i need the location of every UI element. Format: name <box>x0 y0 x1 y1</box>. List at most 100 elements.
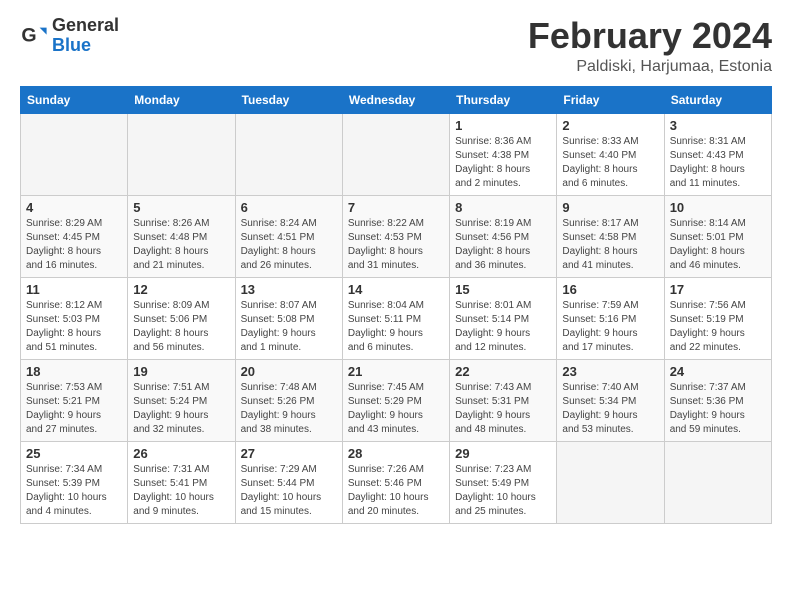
calendar-week-row: 11Sunrise: 8:12 AM Sunset: 5:03 PM Dayli… <box>21 277 772 359</box>
col-header-monday: Monday <box>128 86 235 113</box>
day-number: 9 <box>562 200 658 215</box>
calendar-cell: 28 Sunrise: 7:26 AM Sunset: 5:46 PM Dayli… <box>342 441 449 523</box>
logo-icon: G <box>20 22 48 50</box>
day-info: Sunrise: 7:45 AM Sunset: 5:29 PM Dayligh… <box>348 381 444 437</box>
calendar-cell: 13 Sunrise: 8:07 AM Sunset: 5:08 PM Dayli… <box>235 277 342 359</box>
day-info: Sunrise: 8:07 AM Sunset: 5:08 PM Dayligh… <box>241 299 337 355</box>
calendar-cell: 14 Sunrise: 8:04 AM Sunset: 5:11 PM Dayli… <box>342 277 449 359</box>
calendar-header-row: SundayMondayTuesdayWednesdayThursdayFrid… <box>21 86 772 113</box>
calendar-week-row: 18 Sunrise: 7:53 AM Sunset: 5:21 PM Dayli… <box>21 359 772 441</box>
col-header-wednesday: Wednesday <box>342 86 449 113</box>
day-number: 25 <box>26 446 122 461</box>
day-number: 7 <box>348 200 444 215</box>
day-info: Sunrise: 8:31 AM Sunset: 4:43 PM Dayligh… <box>670 135 766 191</box>
calendar-table: SundayMondayTuesdayWednesdayThursdayFrid… <box>20 86 772 524</box>
calendar-cell: 21Sunrise: 7:45 AM Sunset: 5:29 PM Dayli… <box>342 359 449 441</box>
day-number: 8 <box>455 200 551 215</box>
calendar-cell: 15Sunrise: 8:01 AM Sunset: 5:14 PM Dayli… <box>450 277 557 359</box>
day-number: 18 <box>26 364 122 379</box>
calendar-cell: 25 Sunrise: 7:34 AM Sunset: 5:39 PM Dayli… <box>21 441 128 523</box>
day-number: 28 <box>348 446 444 461</box>
calendar-cell: 12 Sunrise: 8:09 AM Sunset: 5:06 PM Dayli… <box>128 277 235 359</box>
day-number: 12 <box>133 282 229 297</box>
calendar-cell: 5Sunrise: 8:26 AM Sunset: 4:48 PM Daylig… <box>128 195 235 277</box>
day-info: Sunrise: 7:40 AM Sunset: 5:34 PM Dayligh… <box>562 381 658 437</box>
day-number: 15 <box>455 282 551 297</box>
day-number: 20 <box>241 364 337 379</box>
calendar-cell: 11Sunrise: 8:12 AM Sunset: 5:03 PM Dayli… <box>21 277 128 359</box>
calendar-cell: 9 Sunrise: 8:17 AM Sunset: 4:58 PM Daylig… <box>557 195 664 277</box>
day-info: Sunrise: 7:34 AM Sunset: 5:39 PM Dayligh… <box>26 463 122 519</box>
col-header-friday: Friday <box>557 86 664 113</box>
month-title: February 2024 <box>528 16 772 56</box>
calendar-cell: 10 Sunrise: 8:14 AM Sunset: 5:01 PM Dayli… <box>664 195 771 277</box>
calendar-cell: 18 Sunrise: 7:53 AM Sunset: 5:21 PM Dayli… <box>21 359 128 441</box>
day-number: 26 <box>133 446 229 461</box>
calendar-cell: 1 Sunrise: 8:36 AM Sunset: 4:38 PM Daylig… <box>450 113 557 195</box>
day-info: Sunrise: 7:59 AM Sunset: 5:16 PM Dayligh… <box>562 299 658 355</box>
calendar-cell: 24 Sunrise: 7:37 AM Sunset: 5:36 PM Dayli… <box>664 359 771 441</box>
day-info: Sunrise: 7:23 AM Sunset: 5:49 PM Dayligh… <box>455 463 551 519</box>
day-info: Sunrise: 7:26 AM Sunset: 5:46 PM Dayligh… <box>348 463 444 519</box>
day-number: 13 <box>241 282 337 297</box>
day-info: Sunrise: 7:56 AM Sunset: 5:19 PM Dayligh… <box>670 299 766 355</box>
day-number: 24 <box>670 364 766 379</box>
logo: G General Blue <box>20 16 119 56</box>
calendar-cell: 19Sunrise: 7:51 AM Sunset: 5:24 PM Dayli… <box>128 359 235 441</box>
calendar-week-row: 25 Sunrise: 7:34 AM Sunset: 5:39 PM Dayli… <box>21 441 772 523</box>
calendar-week-row: 4 Sunrise: 8:29 AM Sunset: 4:45 PM Daylig… <box>21 195 772 277</box>
day-info: Sunrise: 8:22 AM Sunset: 4:53 PM Dayligh… <box>348 217 444 273</box>
day-number: 27 <box>241 446 337 461</box>
day-info: Sunrise: 8:14 AM Sunset: 5:01 PM Dayligh… <box>670 217 766 273</box>
calendar-week-row: 1 Sunrise: 8:36 AM Sunset: 4:38 PM Daylig… <box>21 113 772 195</box>
calendar-cell: 29 Sunrise: 7:23 AM Sunset: 5:49 PM Dayli… <box>450 441 557 523</box>
day-info: Sunrise: 8:17 AM Sunset: 4:58 PM Dayligh… <box>562 217 658 273</box>
page-header: G General Blue February 2024 Paldiski, H… <box>20 16 772 76</box>
calendar-cell: 3Sunrise: 8:31 AM Sunset: 4:43 PM Daylig… <box>664 113 771 195</box>
day-number: 6 <box>241 200 337 215</box>
day-info: Sunrise: 8:33 AM Sunset: 4:40 PM Dayligh… <box>562 135 658 191</box>
calendar-cell: 2 Sunrise: 8:33 AM Sunset: 4:40 PM Daylig… <box>557 113 664 195</box>
day-number: 22 <box>455 364 551 379</box>
day-info: Sunrise: 8:19 AM Sunset: 4:56 PM Dayligh… <box>455 217 551 273</box>
day-info: Sunrise: 8:26 AM Sunset: 4:48 PM Dayligh… <box>133 217 229 273</box>
day-number: 4 <box>26 200 122 215</box>
day-info: Sunrise: 7:43 AM Sunset: 5:31 PM Dayligh… <box>455 381 551 437</box>
calendar-cell <box>342 113 449 195</box>
day-info: Sunrise: 8:04 AM Sunset: 5:11 PM Dayligh… <box>348 299 444 355</box>
calendar-cell: 8 Sunrise: 8:19 AM Sunset: 4:56 PM Daylig… <box>450 195 557 277</box>
day-number: 29 <box>455 446 551 461</box>
calendar-cell: 6 Sunrise: 8:24 AM Sunset: 4:51 PM Daylig… <box>235 195 342 277</box>
day-info: Sunrise: 7:37 AM Sunset: 5:36 PM Dayligh… <box>670 381 766 437</box>
calendar-cell: 20Sunrise: 7:48 AM Sunset: 5:26 PM Dayli… <box>235 359 342 441</box>
day-info: Sunrise: 7:51 AM Sunset: 5:24 PM Dayligh… <box>133 381 229 437</box>
location-title: Paldiski, Harjumaa, Estonia <box>528 58 772 76</box>
day-number: 16 <box>562 282 658 297</box>
col-header-thursday: Thursday <box>450 86 557 113</box>
calendar-cell: 17Sunrise: 7:56 AM Sunset: 5:19 PM Dayli… <box>664 277 771 359</box>
day-number: 10 <box>670 200 766 215</box>
day-info: Sunrise: 7:29 AM Sunset: 5:44 PM Dayligh… <box>241 463 337 519</box>
day-info: Sunrise: 8:09 AM Sunset: 5:06 PM Dayligh… <box>133 299 229 355</box>
day-number: 14 <box>348 282 444 297</box>
day-number: 2 <box>562 118 658 133</box>
day-info: Sunrise: 8:24 AM Sunset: 4:51 PM Dayligh… <box>241 217 337 273</box>
calendar-cell <box>664 441 771 523</box>
col-header-tuesday: Tuesday <box>235 86 342 113</box>
day-number: 11 <box>26 282 122 297</box>
day-info: Sunrise: 8:36 AM Sunset: 4:38 PM Dayligh… <box>455 135 551 191</box>
calendar-cell <box>235 113 342 195</box>
calendar-cell: 23 Sunrise: 7:40 AM Sunset: 5:34 PM Dayli… <box>557 359 664 441</box>
day-number: 23 <box>562 364 658 379</box>
day-info: Sunrise: 7:53 AM Sunset: 5:21 PM Dayligh… <box>26 381 122 437</box>
day-info: Sunrise: 7:31 AM Sunset: 5:41 PM Dayligh… <box>133 463 229 519</box>
calendar-cell: 4 Sunrise: 8:29 AM Sunset: 4:45 PM Daylig… <box>21 195 128 277</box>
calendar-cell: 26 Sunrise: 7:31 AM Sunset: 5:41 PM Dayli… <box>128 441 235 523</box>
logo-general: General <box>52 15 119 35</box>
day-number: 1 <box>455 118 551 133</box>
svg-text:G: G <box>21 24 36 46</box>
calendar-cell <box>21 113 128 195</box>
calendar-cell: 27 Sunrise: 7:29 AM Sunset: 5:44 PM Dayli… <box>235 441 342 523</box>
calendar-cell: 16 Sunrise: 7:59 AM Sunset: 5:16 PM Dayli… <box>557 277 664 359</box>
day-info: Sunrise: 8:29 AM Sunset: 4:45 PM Dayligh… <box>26 217 122 273</box>
